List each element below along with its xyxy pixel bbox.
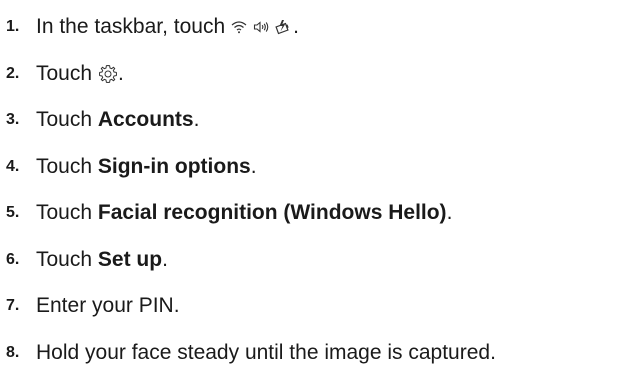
step-text: Enter your PIN. — [36, 294, 180, 318]
step-text-before: Touch — [36, 61, 93, 85]
step-text: In the taskbar, touch . — [36, 15, 299, 39]
step-text: Touch Set up. — [36, 248, 168, 272]
instruction-steps: 1. In the taskbar, touch . 2. Touch . 3.… — [6, 4, 633, 376]
step-ui-term: Sign-in options — [97, 154, 251, 178]
step-text-before: Touch — [36, 201, 93, 225]
step-7: 7. Enter your PIN. — [6, 283, 633, 330]
step-ui-term: Accounts — [97, 108, 194, 132]
step-4: 4. Touch Sign-in options. — [6, 144, 633, 191]
step-number: 1. — [6, 18, 20, 36]
step-2: 2. Touch . — [6, 51, 633, 98]
wifi-icon — [231, 20, 247, 34]
step-number: 5. — [6, 204, 20, 222]
step-6: 6. Touch Set up. — [6, 237, 633, 284]
step-text-before: Touch — [36, 247, 93, 271]
step-8: 8. Hold your face steady until the image… — [6, 330, 633, 376]
step-1: 1. In the taskbar, touch . — [6, 4, 633, 51]
step-text-before: In the taskbar, touch — [36, 15, 226, 39]
step-number: 4. — [6, 157, 20, 175]
step-number: 3. — [6, 111, 20, 129]
step-text-after: . — [162, 247, 168, 271]
step-text-after: . — [118, 61, 124, 85]
step-text: Touch . — [36, 62, 124, 86]
step-text-after: . — [293, 15, 299, 39]
step-text: Touch Facial recognition (Windows Hello)… — [36, 201, 452, 225]
step-ui-term: Facial recognition (Windows Hello) — [97, 201, 447, 225]
volume-icon — [253, 20, 269, 34]
step-number: 6. — [6, 250, 20, 268]
step-number: 2. — [6, 64, 20, 82]
step-text-after: . — [446, 201, 453, 225]
step-5: 5. Touch Facial recognition (Windows Hel… — [6, 190, 633, 237]
step-text-after: . — [193, 108, 200, 132]
battery-icon — [275, 19, 291, 35]
step-ui-term: Set up — [97, 247, 163, 271]
gear-icon — [98, 64, 118, 84]
step-text: Touch Sign-in options. — [36, 155, 257, 179]
step-3: 3. Touch Accounts. — [6, 97, 633, 144]
step-text-before: Touch — [36, 154, 93, 178]
step-number: 8. — [6, 343, 20, 361]
step-text-after: . — [250, 154, 257, 178]
step-text-before: Touch — [36, 108, 93, 132]
taskbar-icons — [231, 19, 291, 35]
step-text: Touch Accounts. — [36, 108, 199, 132]
step-text: Hold your face steady until the image is… — [36, 340, 496, 364]
step-number: 7. — [6, 297, 20, 315]
